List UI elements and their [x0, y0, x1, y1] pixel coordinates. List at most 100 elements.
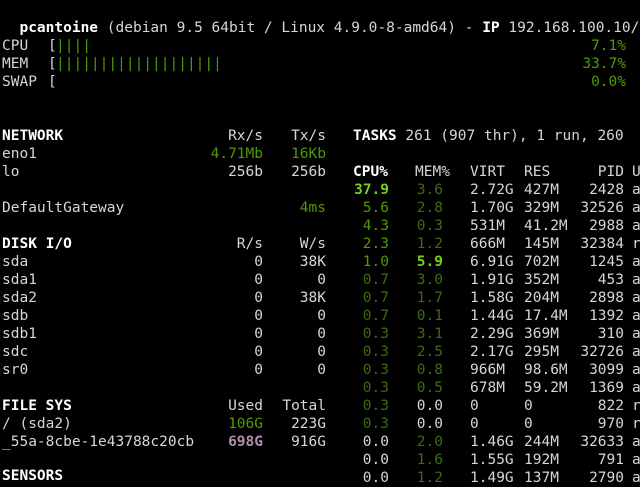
disk-name: sda: [2, 254, 29, 270]
process-cpu: 0.3: [362, 326, 389, 342]
process-user: r: [632, 398, 640, 414]
header-separator: -: [464, 20, 474, 36]
process-pid: 1369: [589, 380, 624, 396]
process-virt: 2.72G: [470, 182, 514, 198]
process-user: a: [632, 272, 640, 288]
process-mem: 2.8: [416, 200, 443, 216]
process-res: 0: [524, 416, 533, 432]
col-header-mem[interactable]: MEM%: [415, 163, 450, 181]
process-pid: 453: [597, 272, 624, 288]
process-res: 329M: [524, 200, 559, 216]
process-pid: 32633: [580, 434, 624, 450]
disk-read: 0: [254, 290, 263, 306]
process-user: r: [632, 416, 640, 432]
swap-value: 0.0%: [591, 74, 626, 90]
process-cpu: 0.3: [362, 416, 389, 432]
process-virt: 666M: [470, 236, 505, 252]
process-virt: 6.91G: [470, 254, 514, 270]
process-mem: 1.2: [416, 236, 443, 252]
process-user: a: [632, 308, 640, 324]
disk-read: 0: [254, 254, 263, 270]
cpu-value: 7.1%: [591, 38, 626, 54]
process-cpu: 0.7: [362, 308, 389, 324]
col-header-user[interactable]: U: [632, 163, 640, 181]
process-pid: 970: [597, 416, 624, 432]
tasks-counts: 261 (907 thr), 1 run, 260: [405, 128, 624, 144]
disk-name: sda2: [2, 290, 37, 306]
process-cpu: 0.3: [362, 398, 389, 414]
process-mem: 3.1: [416, 326, 443, 342]
process-mem: 0.0: [416, 398, 443, 414]
process-cpu: 5.6: [362, 200, 389, 216]
disk-read: 0: [254, 308, 263, 324]
process-pid: 791: [597, 452, 624, 468]
tasks-label: TASKS: [353, 128, 397, 144]
process-virt: 2.17G: [470, 344, 514, 360]
filesys-title: FILE SYS: [2, 398, 72, 414]
disk-read: 0: [254, 272, 263, 288]
process-virt: 1.44G: [470, 308, 514, 324]
process-pid: 2428: [589, 182, 624, 198]
filesys-total: 916G: [291, 434, 326, 450]
process-virt: 1.70G: [470, 200, 514, 216]
process-cpu: 2.3: [362, 236, 389, 252]
disk-name: sda1: [2, 272, 37, 288]
process-mem: 1.2: [416, 470, 443, 486]
disk-write: 0: [317, 308, 326, 324]
filesys-total-header: Total: [282, 398, 326, 414]
process-virt: 1.49G: [470, 470, 514, 486]
network-iface-rx: 4.71Mb: [210, 146, 263, 162]
filesys-mount: _55a-8cbe-1e43788c20cb: [2, 434, 195, 450]
network-tx-header: Tx/s: [291, 128, 326, 144]
process-virt: 1.58G: [470, 290, 514, 306]
filesys-used: 106G: [228, 416, 263, 432]
swap-bar-open: [: [48, 74, 57, 90]
process-virt: 1.55G: [470, 452, 514, 468]
process-mem: 0.5: [416, 380, 443, 396]
process-res: 427M: [524, 182, 559, 198]
process-user: a: [632, 218, 640, 234]
filesys-used-header: Used: [228, 398, 263, 414]
process-user: a: [632, 434, 640, 450]
mem-label: MEM: [2, 56, 29, 72]
process-user: a: [632, 344, 640, 360]
filesys-total: 223G: [291, 416, 326, 432]
disk-read-header: R/s: [236, 236, 263, 252]
sensors-title: SENSORS: [2, 468, 64, 484]
process-virt: 0: [470, 416, 479, 432]
network-iface-name: eno1: [2, 146, 37, 162]
col-header-pid[interactable]: PID: [598, 163, 624, 181]
col-header-res[interactable]: RES: [524, 163, 550, 181]
network-iface-tx: 256b: [291, 164, 326, 180]
process-virt: 966M: [470, 362, 505, 378]
network-rx-header: Rx/s: [228, 128, 263, 144]
process-res: 0: [524, 398, 533, 414]
process-pid: 32526: [580, 200, 624, 216]
process-mem: 5.9: [416, 254, 443, 270]
process-mem: 2.5: [416, 344, 443, 360]
process-res: 137M: [524, 470, 559, 486]
process-res: 204M: [524, 290, 559, 306]
col-header-cpu[interactable]: CPU%: [353, 163, 388, 181]
disk-write: 0: [317, 272, 326, 288]
disk-read: 0: [254, 344, 263, 360]
process-res: 17.4M: [524, 308, 568, 324]
process-res: 702M: [524, 254, 559, 270]
process-user: a: [632, 254, 640, 270]
disk-name: sr0: [2, 362, 29, 378]
disk-write: 0: [317, 362, 326, 378]
process-virt: 0: [470, 398, 479, 414]
process-user: a: [632, 470, 640, 486]
process-user: a: [632, 380, 640, 396]
process-mem: 3.0: [416, 272, 443, 288]
gateway-latency: 4ms: [299, 200, 326, 216]
process-virt: 1.91G: [470, 272, 514, 288]
filesys-used: 698G: [228, 434, 263, 450]
cpu-bar: ||||: [56, 38, 91, 54]
process-res: 98.6M: [524, 362, 568, 378]
col-header-virt[interactable]: VIRT: [470, 163, 505, 181]
process-cpu: 37.9: [354, 182, 389, 198]
process-mem: 0.1: [416, 308, 443, 324]
disk-write: 0: [317, 326, 326, 342]
disk-title: DISK I/O: [2, 236, 72, 252]
